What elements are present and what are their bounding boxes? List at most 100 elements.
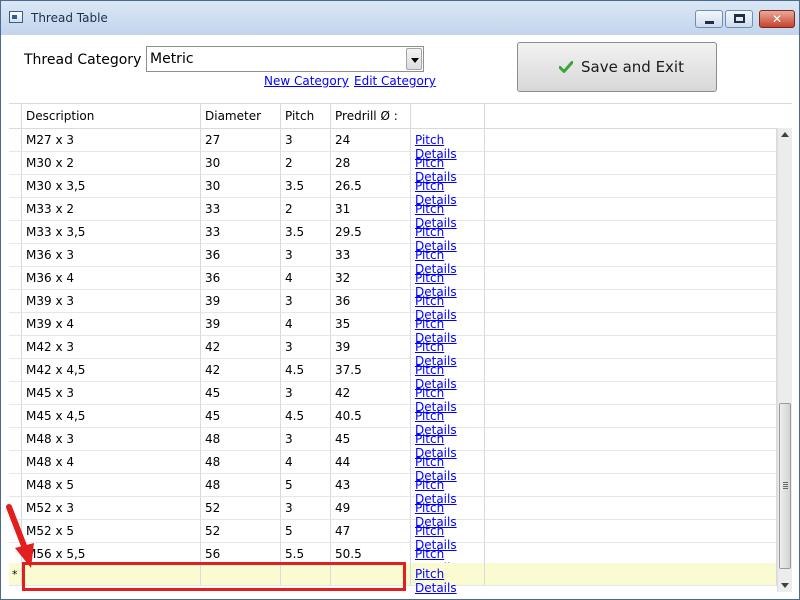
save-and-exit-button[interactable]: Save and Exit <box>517 42 717 92</box>
title-bar[interactable]: Thread Table ✕ <box>1 1 799 35</box>
diameter-cell[interactable]: 39 <box>201 313 281 336</box>
vertical-scrollbar[interactable] <box>777 128 792 592</box>
row-header[interactable] <box>9 221 22 244</box>
pitch-cell[interactable]: 3 <box>281 382 331 405</box>
row-header[interactable] <box>9 175 22 198</box>
description-cell[interactable]: M42 x 3 <box>22 336 201 359</box>
new-row-pitch-details-link[interactable]: Pitch Details <box>415 567 457 595</box>
scrollbar-thumb[interactable] <box>779 403 791 569</box>
new-category-link[interactable]: New Category <box>264 74 349 88</box>
diameter-cell[interactable]: 48 <box>201 451 281 474</box>
table-row[interactable]: M33 x 2 33 2 31 Pitch Details <box>9 198 777 230</box>
diameter-cell[interactable]: 42 <box>201 336 281 359</box>
diameter-cell[interactable]: 33 <box>201 221 281 244</box>
diameter-cell[interactable]: 36 <box>201 267 281 290</box>
description-cell[interactable]: M36 x 4 <box>22 267 201 290</box>
predrill-cell[interactable]: 36 <box>331 290 411 313</box>
table-row[interactable]: M39 x 4 39 4 35 Pitch Details <box>9 313 777 345</box>
predrill-cell[interactable]: 24 <box>331 129 411 152</box>
thread-category-select[interactable]: Metric <box>146 46 424 72</box>
table-row[interactable]: M36 x 3 36 3 33 Pitch Details <box>9 244 777 276</box>
column-header-pitch[interactable]: Pitch <box>281 104 331 128</box>
pitch-cell[interactable]: 5 <box>281 520 331 543</box>
predrill-cell[interactable]: 32 <box>331 267 411 290</box>
table-row[interactable]: M39 x 3 39 3 36 Pitch Details <box>9 290 777 322</box>
table-row[interactable]: M42 x 3 42 3 39 Pitch Details <box>9 336 777 368</box>
predrill-cell[interactable]: 31 <box>331 198 411 221</box>
diameter-cell[interactable]: 27 <box>201 129 281 152</box>
row-header[interactable] <box>9 451 22 474</box>
pitch-cell[interactable]: 3.5 <box>281 175 331 198</box>
table-row[interactable]: M52 x 5 52 5 47 Pitch Details <box>9 520 777 552</box>
row-header[interactable] <box>9 428 22 451</box>
edit-category-link[interactable]: Edit Category <box>354 74 436 88</box>
table-row[interactable]: M48 x 5 48 5 43 Pitch Details <box>9 474 777 506</box>
pitch-cell[interactable]: 5 <box>281 474 331 497</box>
row-header[interactable] <box>9 198 22 221</box>
pitch-cell[interactable]: 4.5 <box>281 405 331 428</box>
diameter-cell[interactable]: 45 <box>201 405 281 428</box>
row-header[interactable] <box>9 474 22 497</box>
table-row[interactable]: M48 x 3 48 3 45 Pitch Details <box>9 428 777 460</box>
predrill-cell[interactable]: 44 <box>331 451 411 474</box>
predrill-cell[interactable]: 43 <box>331 474 411 497</box>
pitch-cell[interactable]: 2 <box>281 152 331 175</box>
description-cell[interactable]: M48 x 3 <box>22 428 201 451</box>
predrill-cell[interactable]: 26.5 <box>331 175 411 198</box>
description-cell[interactable]: M33 x 3,5 <box>22 221 201 244</box>
description-cell[interactable]: M48 x 4 <box>22 451 201 474</box>
table-row[interactable]: M42 x 4,5 42 4.5 37.5 Pitch Details <box>9 359 777 391</box>
row-header[interactable] <box>9 336 22 359</box>
pitch-cell[interactable]: 4 <box>281 267 331 290</box>
predrill-cell[interactable]: 33 <box>331 244 411 267</box>
table-row[interactable]: M45 x 4,5 45 4.5 40.5 Pitch Details <box>9 405 777 437</box>
diameter-cell[interactable]: 36 <box>201 244 281 267</box>
row-header[interactable] <box>9 382 22 405</box>
diameter-cell[interactable]: 48 <box>201 428 281 451</box>
pitch-cell[interactable]: 4 <box>281 451 331 474</box>
predrill-cell[interactable]: 45 <box>331 428 411 451</box>
description-cell[interactable]: M39 x 4 <box>22 313 201 336</box>
pitch-cell[interactable]: 2 <box>281 198 331 221</box>
column-header-diameter[interactable]: Diameter <box>201 104 281 128</box>
column-header-description[interactable]: Description <box>22 104 201 128</box>
diameter-cell[interactable]: 33 <box>201 198 281 221</box>
pitch-cell[interactable]: 3 <box>281 336 331 359</box>
pitch-cell[interactable]: 4 <box>281 313 331 336</box>
predrill-cell[interactable]: 40.5 <box>331 405 411 428</box>
description-cell[interactable]: M52 x 5 <box>22 520 201 543</box>
table-row[interactable]: M48 x 4 48 4 44 Pitch Details <box>9 451 777 483</box>
pitch-cell[interactable]: 3 <box>281 497 331 520</box>
diameter-cell[interactable]: 39 <box>201 290 281 313</box>
row-header[interactable] <box>9 267 22 290</box>
description-cell[interactable]: M48 x 5 <box>22 474 201 497</box>
row-header[interactable] <box>9 290 22 313</box>
diameter-cell[interactable]: 52 <box>201 520 281 543</box>
row-header[interactable] <box>9 129 22 152</box>
description-cell[interactable]: M52 x 3 <box>22 497 201 520</box>
pitch-cell[interactable]: 4.5 <box>281 359 331 382</box>
table-row[interactable]: M30 x 3,5 30 3.5 26.5 Pitch Details <box>9 175 777 207</box>
description-cell[interactable]: M33 x 2 <box>22 198 201 221</box>
pitch-cell[interactable]: 3.5 <box>281 221 331 244</box>
close-button[interactable]: ✕ <box>759 10 795 28</box>
scroll-up-icon[interactable] <box>781 132 789 137</box>
row-header[interactable] <box>9 152 22 175</box>
minimize-button[interactable] <box>695 10 723 28</box>
chevron-down-icon[interactable] <box>406 48 422 70</box>
pitch-cell[interactable]: 3 <box>281 290 331 313</box>
predrill-cell[interactable]: 29.5 <box>331 221 411 244</box>
table-row[interactable]: M27 x 3 27 3 24 Pitch Details <box>9 129 777 161</box>
row-header[interactable] <box>9 405 22 428</box>
description-cell[interactable]: M36 x 3 <box>22 244 201 267</box>
predrill-cell[interactable]: 35 <box>331 313 411 336</box>
description-cell[interactable]: M45 x 4,5 <box>22 405 201 428</box>
row-header[interactable] <box>9 359 22 382</box>
diameter-cell[interactable]: 30 <box>201 152 281 175</box>
predrill-cell[interactable]: 39 <box>331 336 411 359</box>
predrill-cell[interactable]: 37.5 <box>331 359 411 382</box>
pitch-cell[interactable]: 3 <box>281 129 331 152</box>
description-cell[interactable]: M45 x 3 <box>22 382 201 405</box>
row-header[interactable] <box>9 244 22 267</box>
diameter-cell[interactable]: 30 <box>201 175 281 198</box>
